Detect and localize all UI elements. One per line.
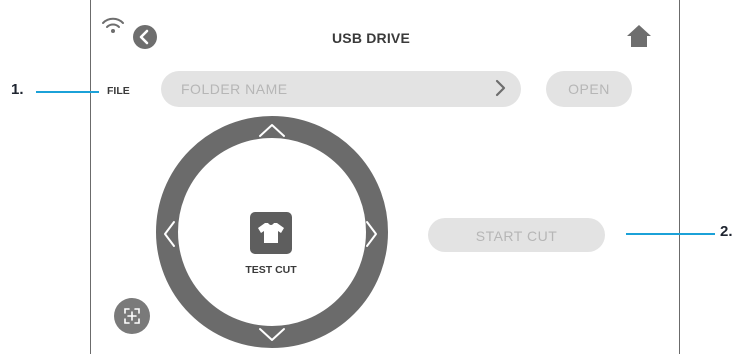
crosshair-frame-icon bbox=[124, 308, 140, 324]
callout-1-number: 1. bbox=[11, 81, 24, 98]
test-cut-label: TEST CUT bbox=[245, 264, 297, 276]
folder-name-text: FOLDER NAME bbox=[181, 81, 288, 97]
start-cut-label: START CUT bbox=[475, 228, 558, 244]
open-button-label: OPEN bbox=[568, 81, 610, 97]
test-cut-button[interactable] bbox=[250, 212, 292, 254]
home-icon[interactable] bbox=[626, 24, 652, 48]
callout-2-number: 2. bbox=[720, 223, 733, 240]
tshirt-icon bbox=[258, 223, 284, 243]
focus-button[interactable] bbox=[114, 298, 150, 334]
callout-2-line bbox=[626, 233, 715, 235]
chevron-right-icon[interactable] bbox=[493, 78, 507, 98]
file-label: FILE bbox=[107, 85, 130, 97]
callout-1-line bbox=[36, 91, 99, 93]
